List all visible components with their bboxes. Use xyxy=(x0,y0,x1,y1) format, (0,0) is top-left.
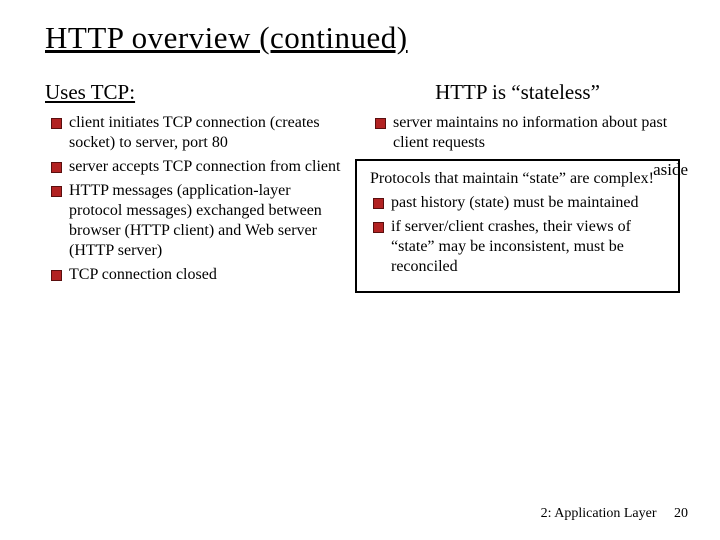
left-list: client initiates TCP connection (creates… xyxy=(45,113,345,285)
list-item: server accepts TCP connection from clien… xyxy=(51,157,345,177)
list-item: past history (state) must be maintained xyxy=(373,193,668,213)
list-item: client initiates TCP connection (creates… xyxy=(51,113,345,153)
page-number: 20 xyxy=(674,506,688,521)
aside-label: aside xyxy=(653,159,688,180)
right-column: HTTP is “stateless” server maintains no … xyxy=(355,80,680,293)
aside-intro: Protocols that maintain “state” are comp… xyxy=(367,169,668,189)
columns: Uses TCP: client initiates TCP connectio… xyxy=(45,80,680,293)
right-heading: HTTP is “stateless” xyxy=(355,80,680,105)
list-item: if server/client crashes, their views of… xyxy=(373,217,668,277)
list-item: HTTP messages (application-layer protoco… xyxy=(51,181,345,261)
aside-list: past history (state) must be maintained … xyxy=(367,193,668,277)
right-list: server maintains no information about pa… xyxy=(355,113,680,153)
list-item: TCP connection closed xyxy=(51,265,345,285)
chapter-label: 2: Application Layer xyxy=(541,506,657,521)
left-column: Uses TCP: client initiates TCP connectio… xyxy=(45,80,345,293)
slide: HTTP overview (continued) Uses TCP: clie… xyxy=(0,0,720,540)
footer: 2: Application Layer 20 xyxy=(541,506,688,522)
list-item: server maintains no information about pa… xyxy=(375,113,680,153)
left-heading: Uses TCP: xyxy=(45,80,345,105)
aside-box: aside Protocols that maintain “state” ar… xyxy=(355,159,680,293)
slide-title: HTTP overview (continued) xyxy=(45,20,680,56)
